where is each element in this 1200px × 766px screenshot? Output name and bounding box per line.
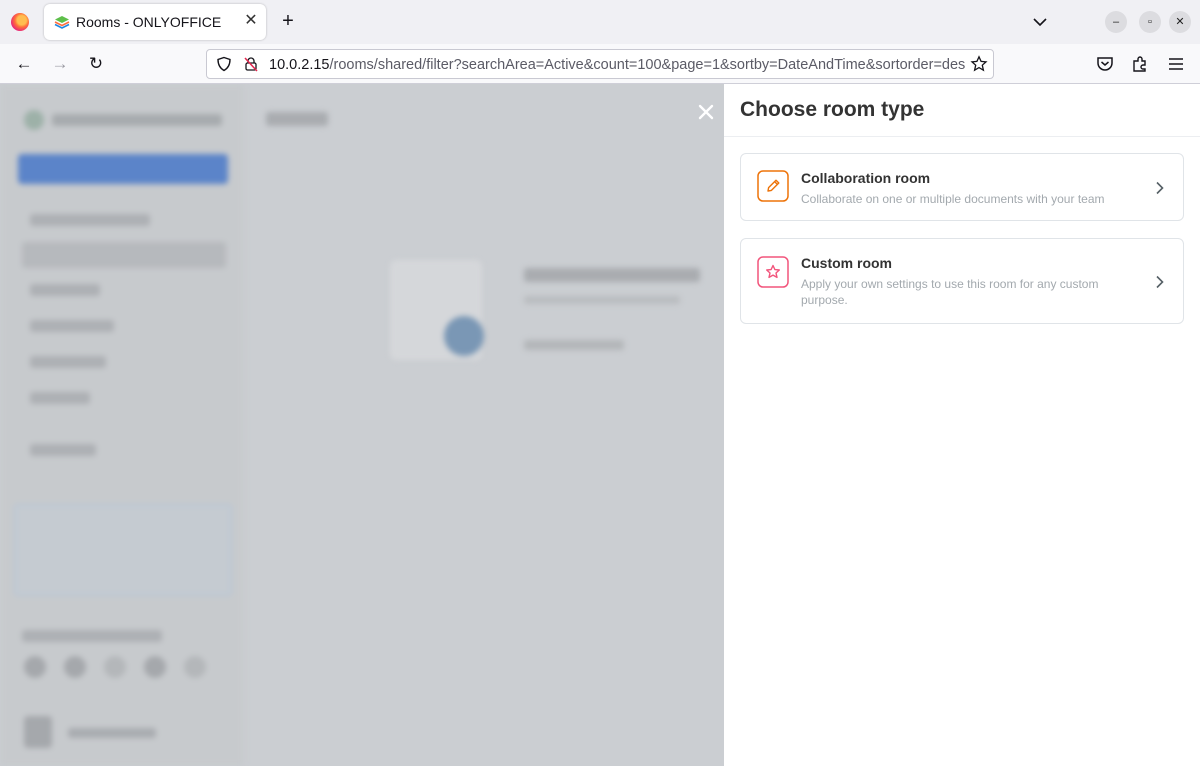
room-description: Apply your own settings to use this room…: [801, 277, 1099, 307]
blurred-nav-item-selected: [22, 242, 226, 268]
blurred-nav-item: [30, 444, 96, 456]
blurred-illustration-circle: [444, 316, 484, 356]
shield-icon[interactable]: [216, 56, 232, 72]
menu-icon[interactable]: [1166, 54, 1186, 74]
blurred-empty-subtitle: [524, 296, 680, 304]
tab-close-icon[interactable]: ✕: [240, 10, 262, 32]
forward-icon[interactable]: →: [48, 52, 72, 76]
room-name: Custom room: [801, 255, 892, 271]
room-description: Collaborate on one or multiple documents…: [801, 192, 1105, 206]
extensions-icon[interactable]: [1130, 54, 1150, 74]
browser-tab[interactable]: Rooms - ONLYOFFICE ✕: [44, 4, 266, 40]
reload-icon[interactable]: ↻: [84, 52, 108, 76]
blurred-empty-link: [524, 340, 624, 350]
blurred-logo: [24, 110, 44, 130]
blurred-user-name: [68, 728, 156, 738]
panel-header: Choose room type: [724, 84, 1200, 137]
url-host: 10.0.2.15: [269, 57, 330, 73]
blurred-sidebar: [0, 84, 244, 766]
insecure-lock-icon[interactable]: [243, 56, 259, 72]
blurred-footer-icon: [184, 656, 206, 678]
tab-title: Rooms - ONLYOFFICE: [76, 14, 222, 30]
blurred-footer-text: [22, 630, 162, 642]
blurred-logo-text: [52, 114, 222, 126]
blurred-nav-item: [30, 320, 114, 332]
window-close-icon[interactable]: ✕: [1169, 11, 1191, 33]
modal-backdrop[interactable]: [0, 84, 724, 766]
new-tab-icon[interactable]: +: [276, 9, 300, 33]
url-bar[interactable]: 10.0.2.15/rooms/shared/filter?searchArea…: [206, 49, 994, 79]
browser-navbar: ← → ↻ 10.0.2.15/rooms/shared/filter?sear…: [0, 44, 1200, 84]
blurred-page-title: [266, 112, 328, 126]
blurred-empty-title: [524, 268, 700, 282]
back-icon[interactable]: ←: [12, 52, 36, 76]
custom-room-option[interactable]: Custom room Apply your own settings to u…: [740, 238, 1184, 324]
blurred-nav-item: [30, 284, 100, 296]
blurred-footer-icon: [104, 656, 126, 678]
panel-title: Choose room type: [740, 98, 925, 121]
blurred-footer-icon: [144, 656, 166, 678]
firefox-logo-icon[interactable]: [11, 13, 29, 31]
minimize-icon[interactable]: –: [1105, 11, 1127, 33]
collaboration-room-option[interactable]: Collaboration room Collaborate on one or…: [740, 153, 1184, 221]
blurred-nav-item: [30, 356, 106, 368]
restore-icon[interactable]: ▫: [1139, 11, 1161, 33]
chevron-right-icon: [1156, 275, 1164, 289]
blurred-nav-item: [30, 214, 150, 226]
browser-tabbar: Rooms - ONLYOFFICE ✕ + – ▫ ✕: [0, 0, 1200, 44]
url-text[interactable]: 10.0.2.15/rooms/shared/filter?searchArea…: [269, 57, 965, 73]
onlyoffice-favicon-icon: [54, 16, 70, 29]
blurred-new-button: [18, 154, 228, 184]
url-path: /rooms/shared/filter?searchArea=Active&c…: [329, 57, 965, 73]
blurred-nav-item: [30, 392, 90, 404]
pocket-icon[interactable]: [1095, 54, 1115, 74]
close-panel-icon[interactable]: [694, 100, 718, 124]
room-name: Collaboration room: [801, 170, 931, 186]
blurred-promo-card: [14, 504, 232, 596]
blurred-footer-icon: [24, 656, 46, 678]
blurred-footer-icon: [64, 656, 86, 678]
choose-room-type-panel: Choose room type Collaboration room Coll…: [724, 84, 1200, 766]
blurred-user-avatar: [24, 716, 52, 748]
chevron-right-icon: [1156, 181, 1164, 195]
pencil-icon: [757, 170, 789, 202]
list-all-tabs-icon[interactable]: [1030, 12, 1050, 32]
star-icon: [757, 256, 789, 288]
bookmark-star-icon[interactable]: [970, 55, 988, 73]
app-area: Choose room type Collaboration room Coll…: [0, 84, 1200, 766]
